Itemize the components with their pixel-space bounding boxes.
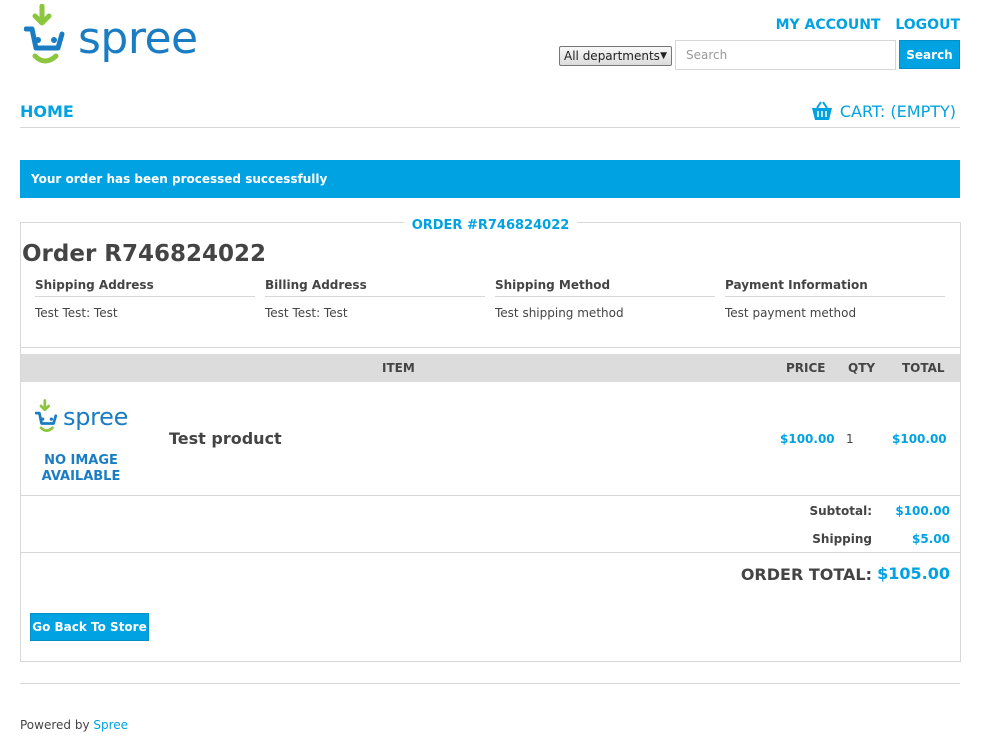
footer-divider: [20, 683, 960, 684]
info-heading: Shipping Method: [495, 278, 715, 297]
subtotal-value: $100.00: [895, 504, 950, 518]
column-price: PRICE: [786, 361, 826, 375]
search-button[interactable]: Search: [899, 40, 960, 69]
order-legend: ORDER #R746824022: [21, 214, 960, 233]
order-fieldset: ORDER #R746824022 Order R746824022 Shipp…: [20, 218, 961, 662]
info-value: Test Test: Test: [35, 306, 118, 320]
info-heading: Billing Address: [265, 278, 485, 297]
dropdown-arrow-icon: ▼: [660, 51, 667, 61]
column-qty: QTY: [848, 361, 876, 375]
order-total-value: $105.00: [877, 564, 950, 583]
department-select-value: All departments: [564, 49, 660, 63]
basket-icon: [811, 101, 832, 120]
product-thumbnail[interactable]: spree NO IMAGE AVAILABLE: [35, 399, 129, 484]
thumbnail-logo-text: spree: [63, 403, 129, 431]
divider: [21, 347, 960, 348]
main-nav: HOME CART: (EMPTY): [20, 98, 960, 128]
info-value: Test shipping method: [495, 306, 624, 320]
cart-label: CART: (EMPTY): [839, 102, 956, 121]
logout-link[interactable]: LOGOUT: [895, 17, 960, 33]
order-title: Order R746824022: [22, 241, 267, 267]
info-heading: Shipping Address: [35, 278, 255, 297]
divider: [21, 495, 960, 496]
info-heading: Payment Information: [725, 278, 945, 297]
footer: Powered by Spree: [20, 718, 128, 732]
logo-text: spree: [78, 13, 198, 64]
billing-address-block: Billing Address Test Test: Test: [265, 278, 485, 320]
divider: [21, 552, 960, 553]
info-value: Test Test: Test: [265, 306, 348, 320]
no-image-text: NO IMAGE AVAILABLE: [41, 453, 121, 484]
spree-cart-logo-icon: [24, 4, 65, 64]
department-select[interactable]: All departments ▼: [559, 46, 672, 66]
cart-link[interactable]: CART: (EMPTY): [811, 101, 956, 121]
home-link[interactable]: HOME: [20, 102, 74, 121]
shipping-address-block: Shipping Address Test Test: Test: [35, 278, 255, 320]
payment-information-block: Payment Information Test payment method: [725, 278, 945, 320]
spree-cart-logo-icon: [35, 399, 58, 432]
column-item: ITEM: [382, 361, 415, 375]
shipping-method-block: Shipping Method Test shipping method: [495, 278, 715, 320]
line-items-header: ITEM PRICE QTY TOTAL: [21, 354, 960, 382]
line-item-total: $100.00: [892, 432, 947, 446]
product-name[interactable]: Test product: [169, 429, 282, 448]
info-value: Test payment method: [725, 306, 857, 320]
shipping-value: $5.00: [912, 532, 950, 546]
flash-message: Your order has been processed successful…: [20, 160, 960, 198]
line-item-qty: 1: [846, 432, 854, 446]
my-account-link[interactable]: MY ACCOUNT: [776, 17, 881, 33]
line-item-price: $100.00: [780, 432, 835, 446]
order-legend-text: ORDER #R746824022: [403, 218, 578, 233]
search-input[interactable]: Search: [675, 40, 896, 70]
spree-logo[interactable]: spree: [24, 4, 198, 72]
footer-prefix: Powered by: [20, 718, 90, 732]
column-total: TOTAL: [902, 361, 945, 375]
go-back-to-store-button[interactable]: Go Back To Store: [30, 613, 149, 641]
account-links: MY ACCOUNT LOGOUT: [766, 17, 960, 33]
spree-footer-link[interactable]: Spree: [93, 718, 128, 732]
shipping-label: Shipping: [812, 532, 872, 546]
subtotal-label: Subtotal:: [809, 504, 872, 518]
order-total-label: ORDER TOTAL:: [740, 565, 872, 584]
